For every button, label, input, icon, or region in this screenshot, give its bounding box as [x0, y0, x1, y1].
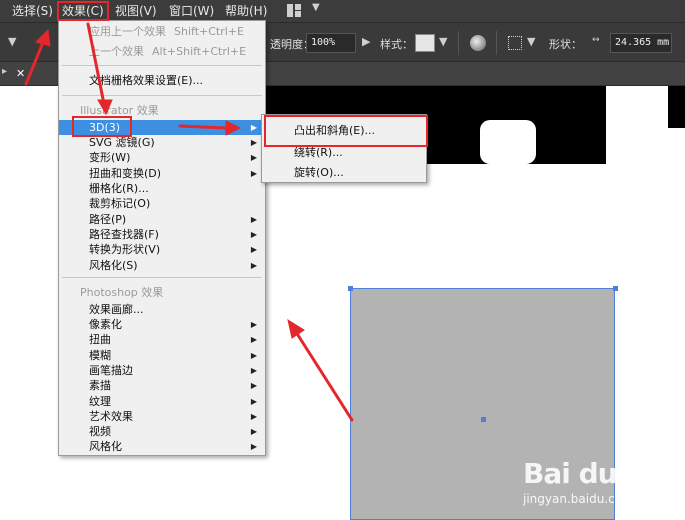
- section-photoshop-effects: Photoshop 效果: [80, 286, 164, 299]
- menu-separator: [62, 65, 262, 66]
- watermark-url: jingyan.baidu.com: [523, 492, 634, 506]
- chevron-right-icon: ▶: [250, 320, 257, 329]
- menu-item-texture[interactable]: 纹理 ▶: [59, 394, 265, 409]
- menu-item-convert-to-shape[interactable]: 转换为形状(V) ▶: [59, 242, 265, 257]
- chevron-right-icon: ▶: [250, 123, 257, 132]
- recolor-icon[interactable]: [470, 35, 486, 51]
- chevron-right-icon: ▶: [250, 397, 257, 406]
- chevron-down-icon[interactable]: ▼: [527, 35, 535, 48]
- menu-select[interactable]: 选择(S): [12, 3, 53, 19]
- watermark-logo: Bai du 经验: [523, 457, 680, 490]
- menu-item-raster-settings[interactable]: 文档栅格效果设置(E)...: [59, 73, 265, 88]
- menu-item-blur[interactable]: 模糊 ▶: [59, 348, 265, 363]
- divider: [458, 31, 459, 55]
- menu-item-video[interactable]: 视频 ▶: [59, 424, 265, 439]
- chevron-right-icon: ▶: [250, 351, 257, 360]
- menu-item-artistic[interactable]: 艺术效果 ▶: [59, 409, 265, 424]
- menu-item-path[interactable]: 路径(P) ▶: [59, 212, 265, 227]
- menu-item-brush-strokes[interactable]: 画笔描边 ▶: [59, 363, 265, 378]
- menu-item-distort[interactable]: 扭曲 ▶: [59, 332, 265, 347]
- menu-item-warp[interactable]: 变形(W) ▶: [59, 150, 265, 165]
- menu-item-stylize[interactable]: 风格化(S) ▶: [59, 258, 265, 273]
- chevron-right-icon: ▶: [250, 381, 257, 390]
- align-grid-icon[interactable]: [508, 36, 522, 50]
- divider: [496, 31, 497, 55]
- chevron-down-icon[interactable]: ▼: [312, 2, 320, 13]
- submenu-item-rotate[interactable]: 旋转(O)...: [294, 164, 344, 180]
- baidu-jingyan-watermark: Bai du 经验 jingyan.baidu.com: [523, 452, 680, 512]
- menu-help[interactable]: 帮助(H): [225, 3, 267, 19]
- annotation-arrow: [294, 330, 354, 422]
- chevron-right-icon[interactable]: ▶: [362, 35, 370, 48]
- selection-handle[interactable]: [348, 286, 353, 291]
- shape-width-field[interactable]: 24.365 mm: [610, 33, 672, 53]
- menu-separator: [62, 95, 262, 96]
- menu-item-crop-marks[interactable]: 裁剪标记(O): [59, 196, 265, 211]
- chevron-right-icon: ▶: [250, 427, 257, 436]
- chevron-right-icon: ▶: [250, 138, 257, 147]
- chevron-down-icon[interactable]: ▼: [8, 35, 16, 48]
- menu-item-rasterize[interactable]: 栅格化(R)...: [59, 181, 265, 196]
- style-swatch[interactable]: [415, 34, 435, 52]
- menu-item-apply-last[interactable]: 应用上一个效果 Shift+Ctrl+E: [59, 24, 265, 39]
- chevron-right-icon: ▶: [250, 230, 257, 239]
- menu-item-sketch[interactable]: 素描 ▶: [59, 378, 265, 393]
- opacity-field[interactable]: 100%: [306, 33, 356, 53]
- annotation-box-3d: [72, 116, 132, 137]
- chevron-down-icon[interactable]: ▼: [439, 35, 447, 48]
- workspace-icon[interactable]: [287, 4, 301, 17]
- menu-item-pixelate[interactable]: 像素化 ▶: [59, 317, 265, 332]
- menu-item-distort-transform[interactable]: 扭曲和变换(D) ▶: [59, 166, 265, 181]
- menu-item-effect-gallery[interactable]: 效果画廊...: [59, 302, 265, 317]
- chevron-right-icon: ▶: [250, 366, 257, 375]
- annotation-box-effect-menu: [57, 1, 109, 21]
- annotation-box-extrude-bevel: [264, 115, 428, 147]
- menu-view[interactable]: 视图(V): [115, 3, 157, 19]
- selection-handle[interactable]: [613, 286, 618, 291]
- style-label: 样式：: [380, 38, 413, 51]
- chevron-right-icon: ▶: [250, 215, 257, 224]
- shape-label: 形状：: [549, 38, 582, 51]
- effect-menu: 应用上一个效果 Shift+Ctrl+E 上一个效果 Alt+Shift+Ctr…: [58, 20, 266, 456]
- annotation-arrowhead: [287, 318, 305, 339]
- menu-item-svg-filters[interactable]: SVG 滤镜(G) ▶: [59, 135, 265, 150]
- menu-item-ps-stylize[interactable]: 风格化 ▶: [59, 439, 265, 454]
- artwork-gap: [480, 120, 536, 164]
- artwork-letters: [668, 86, 685, 128]
- menu-window[interactable]: 窗口(W): [169, 3, 214, 19]
- close-icon[interactable]: ✕: [16, 67, 25, 80]
- width-icon: ↔: [592, 35, 600, 45]
- center-point: [481, 417, 486, 422]
- chevron-right-icon: ▶: [250, 153, 257, 162]
- chevron-right-icon: ▶: [250, 335, 257, 344]
- chevron-right-icon: ▶: [250, 442, 257, 451]
- chevron-right-icon: ▶: [250, 261, 257, 270]
- menu-item-pathfinder[interactable]: 路径查找器(F) ▶: [59, 227, 265, 242]
- chevron-right-icon: ▶: [250, 169, 257, 178]
- chevron-right-icon: ▶: [250, 412, 257, 421]
- menu-separator: [62, 277, 262, 278]
- menu-item-last-effect[interactable]: 上一个效果 Alt+Shift+Ctrl+E: [59, 44, 265, 59]
- chevron-right-icon: ▶: [250, 245, 257, 254]
- chevron-right-icon[interactable]: ▸: [2, 66, 7, 77]
